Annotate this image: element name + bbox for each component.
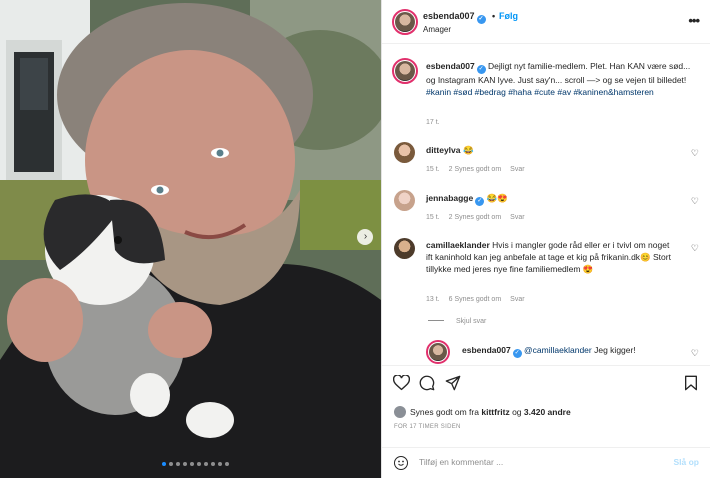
likes-others[interactable]: 3.420 andre [524,407,571,417]
caption-username[interactable]: esbenda007 [426,61,475,71]
comment-meta: 13 t. 6 Synes godt om Svar [426,296,534,303]
comments-list: esbenda007 ✓ Dejligt nyt familie-medlem. … [382,45,710,365]
more-horizontal-icon[interactable]: ••• [688,13,700,28]
verified-badge-icon: ✓ [476,15,486,24]
comment-text: 😂😍 [486,193,508,203]
reply-comment: esbenda007 ✓ @camillaeklander Jeg kigger! [462,344,636,358]
post-sidebar: esbenda007 ✓ • Følg Amager ••• esbenda007… [381,0,710,478]
comment-age[interactable]: 15 t. [426,166,440,173]
caption-age[interactable]: 17 t. [426,119,440,126]
post-timestamp[interactable]: FOR 17 TIMER SIDEN [394,424,461,430]
author-username[interactable]: esbenda007 ✓ [423,11,486,24]
photo-image [0,0,381,478]
post-header: esbenda007 ✓ • Følg Amager ••• [382,0,710,44]
commenter-avatar[interactable] [394,238,415,259]
post-comment-button[interactable]: Slå op [673,457,699,467]
comment-meta: 15 t. 2 Synes godt om Svar [426,166,534,173]
likes-summary: Synes godt om fra kittfritz og 3.420 and… [394,406,571,418]
reply-username[interactable]: esbenda007 [462,345,511,355]
liker-username[interactable]: kittfritz [481,407,509,417]
comment-like-heart-icon[interactable]: ♡ [691,348,699,359]
smiley-icon[interactable] [394,456,408,470]
chevron-right-icon: › [363,231,368,242]
comment-composer: Tilføj en kommentar ... Slå op [382,447,710,478]
carousel-dot [225,462,229,466]
reply-button[interactable]: Svar [510,296,524,303]
comment-username[interactable]: jennabagge [426,193,473,203]
comment-3: camillaeklander Hvis i mangler gode råd … [426,239,671,275]
follow-button[interactable]: Følg [499,11,518,21]
commenter-avatar[interactable] [394,190,415,211]
post-caption: esbenda007 ✓ Dejligt nyt familie-medlem. … [426,60,696,98]
heart-icon[interactable] [393,375,410,391]
reply-avatar[interactable] [426,340,450,364]
comment-input[interactable]: Tilføj en kommentar ... [419,457,503,467]
commenter-avatar[interactable] [394,142,415,163]
comment-likes[interactable]: 2 Synes godt om [449,166,502,173]
caption-hashtags[interactable]: #kanin #sød #bedrag #haha #cute #av #kan… [426,87,654,97]
send-icon[interactable] [445,375,461,391]
carousel-dot [162,462,166,466]
comment-2: jennabagge ✓ 😂😍 [426,192,508,206]
reply-button[interactable]: Svar [510,166,524,173]
comment-age[interactable]: 13 t. [426,296,440,303]
comment-meta: 15 t. 2 Synes godt om Svar [426,214,534,221]
verified-badge-icon: ✓ [512,349,522,358]
comment-username[interactable]: ditteylva [426,145,461,155]
author-avatar[interactable] [392,9,418,35]
carousel-indicator [162,462,229,466]
carousel-dot [204,462,208,466]
comment-like-heart-icon[interactable]: ♡ [691,243,699,254]
comment-age[interactable]: 15 t. [426,214,440,221]
comment-text: 😂 [463,145,474,155]
post-photo[interactable]: › [0,0,381,478]
carousel-dot [190,462,194,466]
reply-text: Jeg kigger! [594,345,636,355]
carousel-dot [183,462,187,466]
carousel-next-button[interactable]: › [357,229,373,245]
verified-badge-icon: ✓ [476,65,486,74]
carousel-dot [211,462,215,466]
comment-1: ditteylva 😂 [426,144,474,156]
comment-icon[interactable] [419,375,435,391]
carousel-dot [176,462,180,466]
carousel-dot [169,462,173,466]
verified-badge-icon: ✓ [475,197,485,206]
carousel-dot [218,462,222,466]
separator: • [492,11,496,21]
divider-line [428,320,444,321]
bookmark-icon[interactable] [684,375,698,391]
carousel-dot [197,462,201,466]
caption-avatar[interactable] [392,58,418,84]
comment-username[interactable]: camillaeklander [426,240,490,250]
post-location[interactable]: Amager [423,25,451,34]
action-bar: Synes godt om fra kittfritz og 3.420 and… [382,365,710,447]
liker-avatar[interactable] [394,406,406,418]
comment-like-heart-icon[interactable]: ♡ [691,148,699,159]
hide-replies-button[interactable]: Skjul svar [428,318,486,325]
comment-likes[interactable]: 6 Synes godt om [449,296,502,303]
comment-likes[interactable]: 2 Synes godt om [449,214,502,221]
reply-mention[interactable]: @camillaeklander [524,345,592,355]
comment-like-heart-icon[interactable]: ♡ [691,196,699,207]
reply-button[interactable]: Svar [510,214,524,221]
